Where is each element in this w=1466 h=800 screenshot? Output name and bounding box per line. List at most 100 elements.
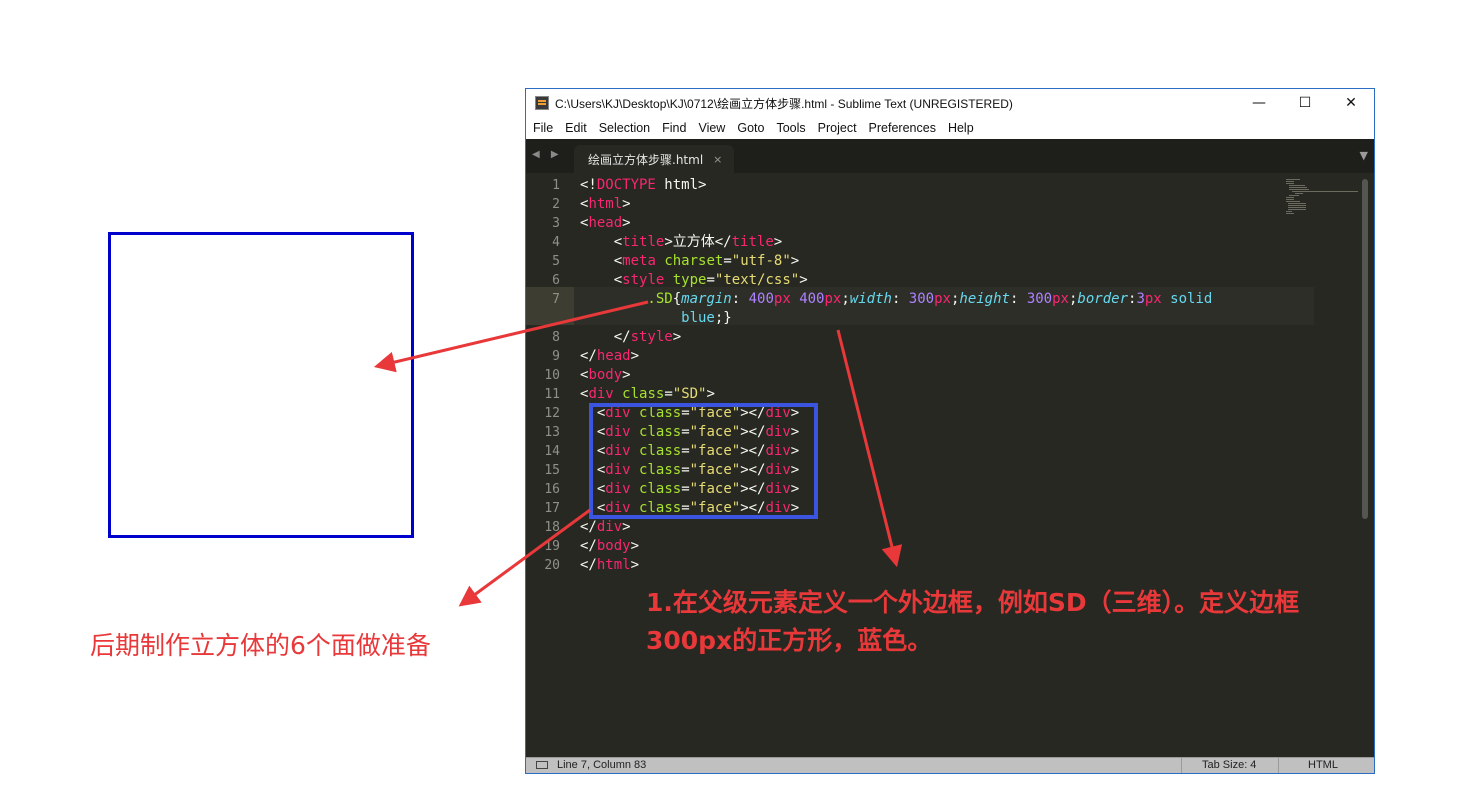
tab-close-icon[interactable]: ×: [713, 153, 722, 166]
cursor-position: Line 7, Column 83: [557, 759, 647, 771]
line-number: 10: [544, 368, 560, 383]
token: style: [622, 272, 665, 288]
line-number: 12: [544, 406, 560, 421]
code-line-2: <html>: [580, 195, 631, 214]
line-number: 1: [552, 178, 560, 193]
menu-tools[interactable]: Tools: [776, 121, 805, 135]
token: 400: [748, 291, 774, 307]
tab-size-indicator[interactable]: Tab Size: 4: [1202, 759, 1256, 771]
token: title: [731, 234, 774, 250]
line-number: 9: [552, 349, 560, 364]
token: 400: [799, 291, 825, 307]
tab-nav-arrows-icon[interactable]: ◀ ▶: [532, 149, 563, 160]
token: =: [664, 386, 673, 402]
token: height: [959, 291, 1010, 307]
token: </: [580, 348, 597, 364]
menu-goto[interactable]: Goto: [737, 121, 764, 135]
token: div: [596, 519, 623, 535]
token: </: [580, 329, 631, 345]
menu-selection[interactable]: Selection: [599, 121, 650, 135]
line-number: 19: [544, 539, 560, 554]
token: html: [588, 196, 623, 212]
token: div: [588, 386, 614, 402]
demo-square: [108, 232, 414, 538]
menu-project[interactable]: Project: [818, 121, 857, 135]
token: px: [934, 291, 951, 307]
line-number: 17: [544, 501, 560, 516]
token: >: [790, 253, 800, 269]
token: <: [580, 234, 623, 250]
code-line-10: <body>: [580, 366, 631, 385]
syntax-indicator[interactable]: HTML: [1308, 759, 1338, 771]
token: body: [588, 367, 623, 383]
token: blue: [580, 310, 715, 326]
vertical-scrollbar[interactable]: [1362, 179, 1368, 519]
token: DOCTYPE: [596, 177, 656, 193]
menu-preferences[interactable]: Preferences: [869, 121, 936, 135]
tab-bar: ◀ ▶ 绘画立方体步骤.html × ▼: [526, 139, 1374, 173]
line-number: 18: [544, 520, 560, 535]
annotation-left: 后期制作立方体的6个面做准备: [90, 631, 431, 660]
token: "utf-8": [731, 253, 791, 269]
token: head: [588, 215, 623, 231]
minimize-button[interactable]: —: [1236, 89, 1282, 117]
status-separator: [1181, 758, 1182, 773]
token: title: [622, 234, 665, 250]
maximize-button[interactable]: ☐: [1282, 89, 1328, 117]
window-controls: — ☐ ✕: [1236, 89, 1374, 117]
menu-bar: File Edit Selection Find View Goto Tools…: [526, 117, 1374, 139]
token: head: [596, 348, 631, 364]
code-line-18: </div>: [580, 518, 631, 537]
code-line-1: <!DOCTYPE html>: [580, 176, 706, 195]
token: ;}: [714, 310, 732, 326]
annotation-right: 1.在父级元素定义一个外边框，例如SD（三维）。定义边框300px的正方形，蓝色…: [646, 588, 1300, 655]
line-number: 2: [552, 197, 560, 212]
sublime-app-icon: [535, 96, 549, 110]
line-number: 20: [544, 558, 560, 573]
token: html: [596, 557, 631, 573]
close-button[interactable]: ✕: [1328, 89, 1374, 117]
code-line-4: <title>立方体</title>: [580, 233, 783, 252]
token: body: [596, 538, 631, 554]
line-number: 7: [552, 292, 560, 307]
tab-dropdown-icon[interactable]: ▼: [1360, 149, 1368, 162]
current-line-gutter-highlight: [526, 287, 574, 325]
token: </: [580, 557, 597, 573]
token: width: [849, 291, 892, 307]
code-line-3: <head>: [580, 214, 631, 233]
menu-help[interactable]: Help: [948, 121, 974, 135]
line-number: 3: [552, 216, 560, 231]
panel-toggle-icon[interactable]: [536, 761, 548, 769]
code-line-6: <style type="text/css">: [580, 271, 808, 290]
token: >: [622, 519, 631, 535]
code-line-9: </head>: [580, 347, 639, 366]
token: solid: [1161, 291, 1213, 307]
token: "text/css": [714, 272, 800, 288]
window-title: C:\Users\KJ\Desktop\KJ\0712\绘画立方体步骤.html…: [555, 96, 1013, 111]
token: :: [1009, 291, 1027, 307]
code-line-8: </style>: [580, 328, 681, 347]
menu-view[interactable]: View: [698, 121, 725, 135]
line-number: 8: [552, 330, 560, 345]
minimap[interactable]: [1286, 179, 1358, 219]
token: px: [1144, 291, 1162, 307]
token: >: [698, 177, 707, 193]
token: charset: [664, 253, 724, 269]
token: .SD: [580, 291, 673, 307]
token: >: [622, 196, 631, 212]
token: >: [630, 538, 640, 554]
token: style: [630, 329, 673, 345]
token: class: [622, 386, 665, 402]
line-number: 4: [552, 235, 560, 250]
code-line-7: .SD{margin: 400px 400px;width: 300px;hei…: [580, 290, 1212, 309]
line-number: 11: [544, 387, 560, 402]
menu-edit[interactable]: Edit: [565, 121, 587, 135]
menu-find[interactable]: Find: [662, 121, 686, 135]
menu-file[interactable]: File: [533, 121, 553, 135]
code-line-19: </body>: [580, 537, 639, 556]
line-number: 14: [544, 444, 560, 459]
tab-file[interactable]: 绘画立方体步骤.html ×: [574, 145, 734, 173]
